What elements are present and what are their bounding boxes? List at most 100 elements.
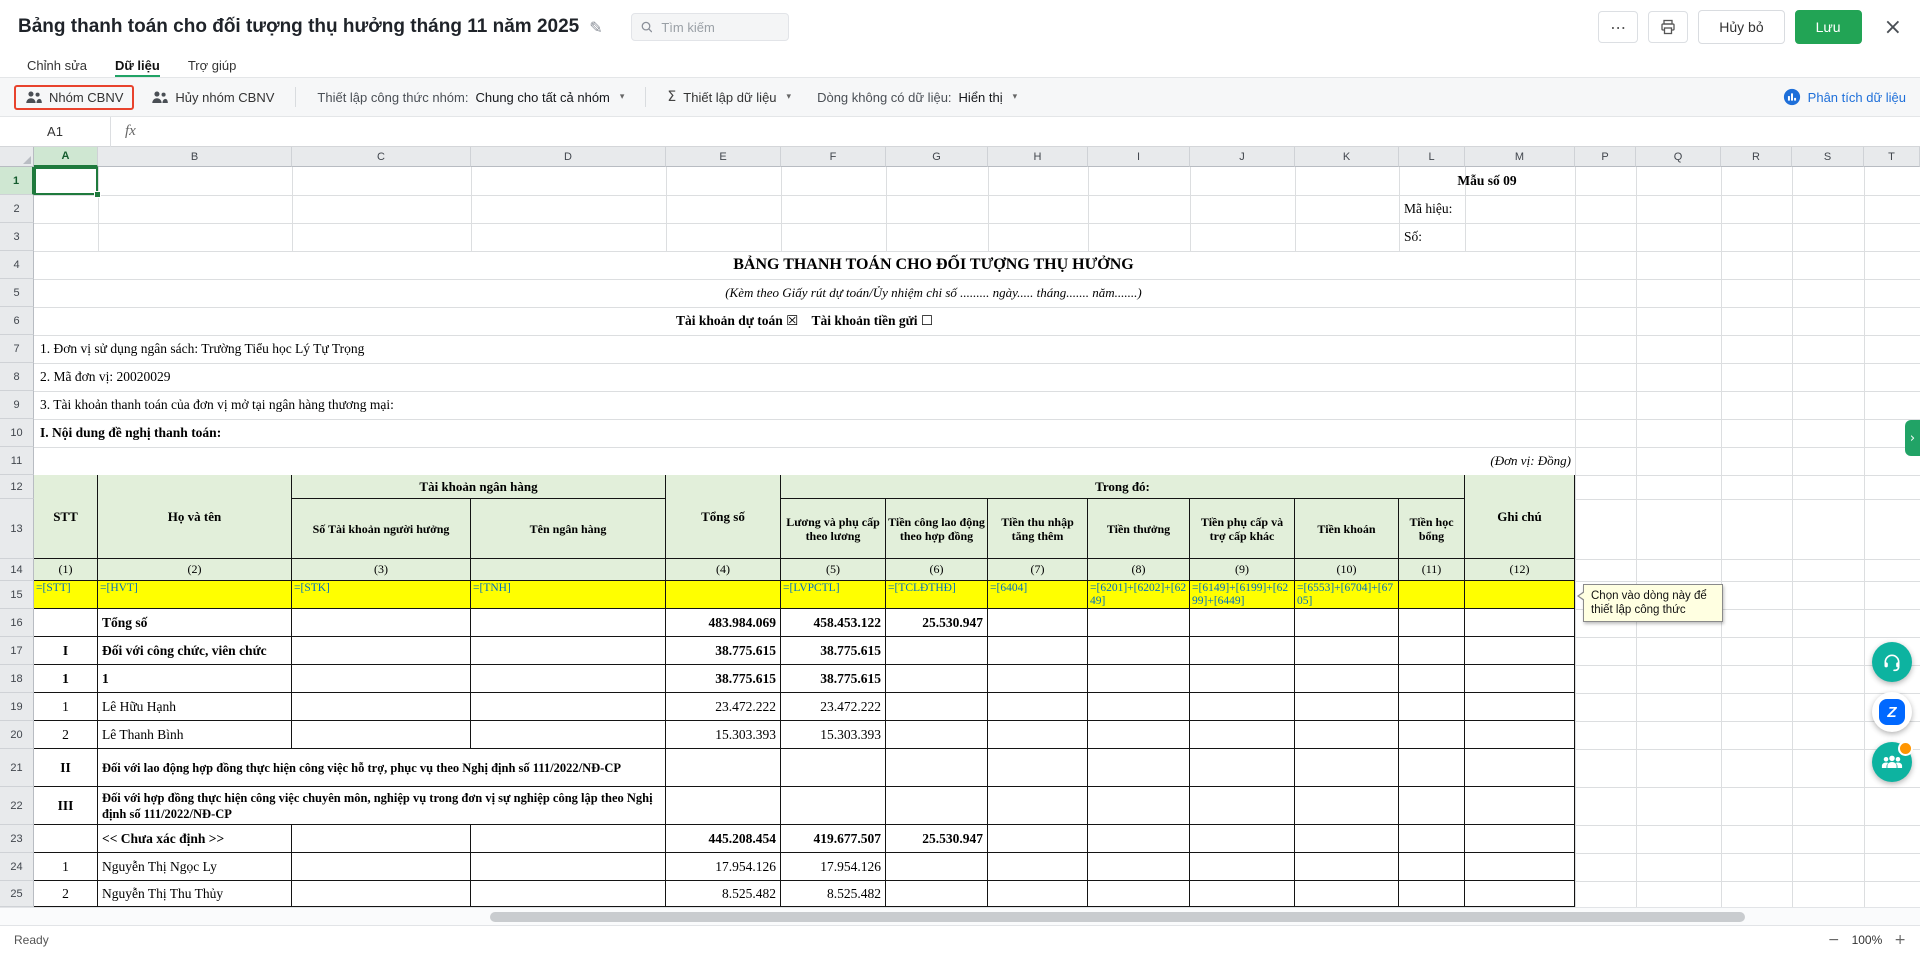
zoom-in-button[interactable]: + xyxy=(1894,932,1906,948)
row-empty-cell[interactable] xyxy=(1190,665,1295,693)
formula-row-cell[interactable]: =[6149]+[6199]+[6299]+[6449] xyxy=(1190,581,1295,609)
row-total-cell[interactable]: 38.775.615 xyxy=(666,665,781,693)
row-name-cell[interactable]: Lê Thanh Bình xyxy=(98,721,292,749)
edit-title-icon[interactable]: ✎ xyxy=(589,18,602,37)
row-empty-cell[interactable] xyxy=(1190,881,1295,907)
row-empty-cell[interactable] xyxy=(1295,853,1399,881)
row-empty-cell[interactable] xyxy=(1399,609,1465,637)
column-number-cell[interactable]: (12) xyxy=(1465,559,1575,581)
support-chat-button[interactable] xyxy=(1872,642,1912,682)
row-empty-cell[interactable] xyxy=(1399,787,1465,825)
row-salary-cell[interactable]: 17.954.126 xyxy=(781,853,886,881)
group-cbnv-button[interactable]: Nhóm CBNV xyxy=(14,85,134,110)
row-empty-cell[interactable] xyxy=(1399,721,1465,749)
row-salary-cell[interactable]: 23.472.222 xyxy=(781,693,886,721)
row-stt-cell[interactable] xyxy=(34,825,98,853)
column-number-cell[interactable]: (11) xyxy=(1399,559,1465,581)
formula-row-cell[interactable] xyxy=(1399,581,1465,609)
header-account-number[interactable]: Số Tài khoản người hưởng xyxy=(292,499,471,559)
ungroup-cbnv-button[interactable]: Hủy nhóm CBNV xyxy=(142,85,283,110)
account-type-line[interactable]: Tài khoản dự toán ☒ Tài khoản tiền gửi ☐ xyxy=(34,307,1575,335)
row-name-cell[interactable]: 1 xyxy=(98,665,292,693)
formula-row-cell[interactable]: =[STK] xyxy=(292,581,471,609)
fill-handle[interactable] xyxy=(94,191,101,198)
formula-row-cell[interactable]: =[STT] xyxy=(34,581,98,609)
row-salary-cell[interactable]: 38.775.615 xyxy=(781,665,886,693)
row-wage-cell[interactable] xyxy=(886,853,988,881)
column-number-cell[interactable]: (6) xyxy=(886,559,988,581)
row-empty-cell[interactable] xyxy=(1190,787,1295,825)
row-total-cell[interactable]: 8.525.482 xyxy=(666,881,781,907)
header-in-which[interactable]: Trong đó: xyxy=(781,475,1465,499)
row-empty-cell[interactable] xyxy=(1399,693,1465,721)
column-number-cell[interactable]: (3) xyxy=(292,559,471,581)
row-wage-cell[interactable] xyxy=(886,721,988,749)
row-total-cell[interactable]: 15.303.393 xyxy=(666,721,781,749)
row-empty-cell[interactable] xyxy=(1295,825,1399,853)
row-name-cell[interactable]: Lê Hữu Hạnh xyxy=(98,693,292,721)
row-empty-cell[interactable] xyxy=(1295,721,1399,749)
document-subtitle[interactable]: (Kèm theo Giấy rút dự toán/Ủy nhiệm chi … xyxy=(292,279,1575,307)
row-name-cell[interactable]: Nguyễn Thị Ngọc Ly xyxy=(98,853,292,881)
row-name-cell[interactable]: Đối với hợp đồng thực hiện công việc chu… xyxy=(98,787,666,825)
header-bank-name[interactable]: Tên ngân hàng xyxy=(471,499,666,559)
cell-reference-box[interactable]: A1 xyxy=(0,117,111,147)
formula-row-cell[interactable]: =[6404] xyxy=(988,581,1088,609)
data-setup-dropdown[interactable]: Σ Thiết lập dữ liệu ▾ xyxy=(658,84,800,110)
row-total-cell[interactable] xyxy=(666,749,781,787)
horizontal-scrollbar[interactable] xyxy=(0,907,1920,925)
row-empty-cell[interactable] xyxy=(1295,787,1399,825)
formula-row-cell[interactable]: =[LVPCTL] xyxy=(781,581,886,609)
row-empty-cell[interactable] xyxy=(1399,881,1465,907)
bank-account-line[interactable]: 3. Tài khoản thanh toán của đơn vị mở tạ… xyxy=(40,391,1250,419)
row-bankname-cell[interactable] xyxy=(471,693,666,721)
row-empty-cell[interactable] xyxy=(988,665,1088,693)
header-bank-account-group[interactable]: Tài khoản ngân hàng xyxy=(292,475,666,499)
row-stt-cell[interactable]: 2 xyxy=(34,881,98,907)
row-bankname-cell[interactable] xyxy=(471,609,666,637)
formula-row-cell[interactable]: =[TNH] xyxy=(471,581,666,609)
header-allowance[interactable]: Tiền phụ cấp và trợ cấp khác xyxy=(1190,499,1295,559)
save-button[interactable]: Lưu xyxy=(1795,10,1862,44)
row-empty-cell[interactable] xyxy=(1399,853,1465,881)
search-box[interactable] xyxy=(631,13,789,41)
row-empty-cell[interactable] xyxy=(988,825,1088,853)
column-number-cell[interactable]: (9) xyxy=(1190,559,1295,581)
row-empty-cell[interactable] xyxy=(1465,825,1575,853)
form-number[interactable]: Mẫu số 09 xyxy=(1399,167,1575,195)
row-wage-cell[interactable] xyxy=(886,749,988,787)
row-empty-cell[interactable] xyxy=(1190,609,1295,637)
row-salary-cell[interactable]: 8.525.482 xyxy=(781,881,886,907)
row-name-cell[interactable]: Nguyễn Thị Thu Thủy xyxy=(98,881,292,907)
header-total[interactable]: Tổng số xyxy=(666,475,781,559)
column-number-cell[interactable]: (10) xyxy=(1295,559,1399,581)
row-stt-cell[interactable]: 2 xyxy=(34,721,98,749)
header-contract-wage[interactable]: Tiền công lao động theo hợp đồng xyxy=(886,499,988,559)
row-account-cell[interactable] xyxy=(292,721,471,749)
column-number-cell[interactable]: (5) xyxy=(781,559,886,581)
row-empty-cell[interactable] xyxy=(1399,637,1465,665)
analyze-data-link[interactable]: Phân tích dữ liệu xyxy=(1783,88,1906,106)
unit-code-line[interactable]: 2. Mã đơn vị: 20020029 xyxy=(40,363,1250,391)
row-account-cell[interactable] xyxy=(292,825,471,853)
row-empty-cell[interactable] xyxy=(1295,749,1399,787)
row-bankname-cell[interactable] xyxy=(471,721,666,749)
header-scholarship[interactable]: Tiền học bổng xyxy=(1399,499,1465,559)
budget-unit-line[interactable]: 1. Đơn vị sử dụng ngân sách: Trường Tiểu… xyxy=(40,335,1250,363)
formula-row-cell[interactable] xyxy=(1465,581,1575,609)
zalo-chat-button[interactable]: Z xyxy=(1872,692,1912,732)
cancel-button[interactable]: Hủy bỏ xyxy=(1698,10,1784,44)
row-salary-cell[interactable]: 419.677.507 xyxy=(781,825,886,853)
row-account-cell[interactable] xyxy=(292,853,471,881)
row-empty-cell[interactable] xyxy=(1295,881,1399,907)
row-bankname-cell[interactable] xyxy=(471,881,666,907)
formula-row-cell[interactable]: =[6201]+[6202]+[6249] xyxy=(1088,581,1190,609)
document-title[interactable]: BẢNG THANH TOÁN CHO ĐỐI TƯỢNG THỤ HƯỞNG xyxy=(292,251,1575,279)
row-empty-cell[interactable] xyxy=(988,853,1088,881)
row-empty-cell[interactable] xyxy=(1088,853,1190,881)
row-empty-cell[interactable] xyxy=(1088,881,1190,907)
column-number-cell[interactable]: (8) xyxy=(1088,559,1190,581)
header-stt[interactable]: STT xyxy=(34,475,98,559)
row-empty-cell[interactable] xyxy=(1088,787,1190,825)
header-lump-sum[interactable]: Tiền khoán xyxy=(1295,499,1399,559)
